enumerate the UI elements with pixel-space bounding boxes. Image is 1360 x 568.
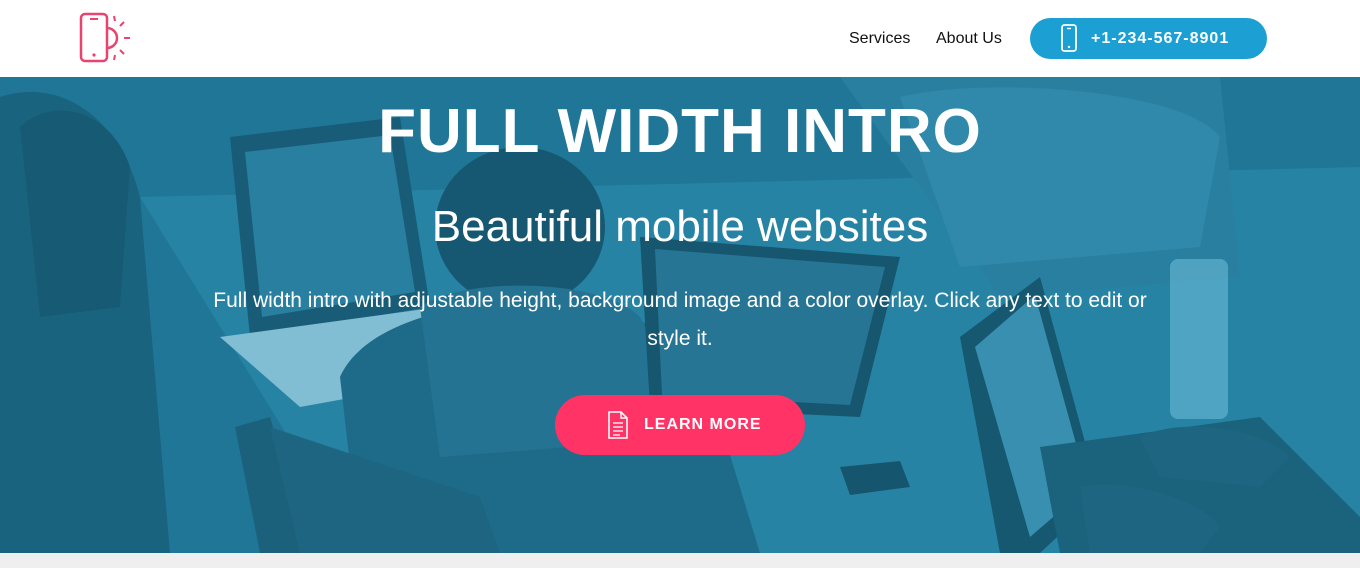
- site-logo[interactable]: [78, 12, 142, 64]
- document-icon: [608, 411, 628, 439]
- hero-section: FULL WIDTH INTRO Beautiful mobile websit…: [0, 77, 1360, 553]
- hero-title[interactable]: FULL WIDTH INTRO: [0, 97, 1360, 167]
- nav-link-services[interactable]: Services: [849, 28, 910, 50]
- phone-call-button[interactable]: +1-234-567-8901: [1030, 18, 1267, 59]
- navbar: Services About Us +1-234-567-8901: [0, 0, 1360, 77]
- phone-number-label: +1-234-567-8901: [1091, 30, 1230, 47]
- learn-more-button[interactable]: LEARN MORE: [555, 395, 805, 455]
- nav-link-about-us[interactable]: About Us: [936, 28, 1002, 50]
- hero-subtitle[interactable]: Beautiful mobile websites: [0, 201, 1360, 253]
- hero-description[interactable]: Full width intro with adjustable height,…: [200, 282, 1160, 358]
- phone-sun-logo-icon: [79, 12, 130, 63]
- learn-more-label: LEARN MORE: [644, 416, 762, 433]
- next-section-edge: [0, 553, 1360, 568]
- mobile-phone-icon: [1061, 24, 1077, 52]
